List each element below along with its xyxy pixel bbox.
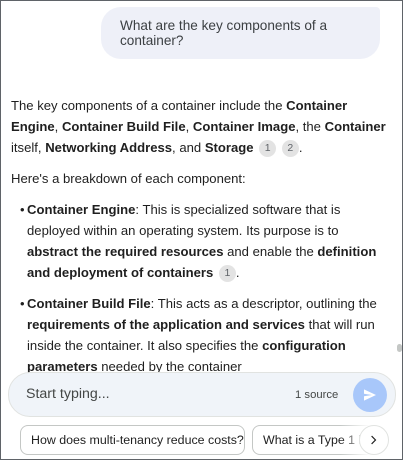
user-message-text: What are the key components of a contain… <box>120 18 328 48</box>
composer-placeholder[interactable]: Start typing... <box>26 386 110 402</box>
citation-chip[interactable]: 2 <box>281 140 299 157</box>
suggestion-chips: How does multi-tenancy reduce costs? Wha… <box>20 425 390 455</box>
assistant-response: The key components of a container includ… <box>11 95 386 387</box>
send-arrow-icon <box>364 389 376 401</box>
term-container-image: Container Image <box>192 119 296 134</box>
term-storage: Storage <box>204 140 254 155</box>
bullet-text: : This acts as a descriptor, outlining t… <box>150 296 377 311</box>
term-container: Container <box>324 119 386 134</box>
intro-text: itself, <box>11 140 46 155</box>
citation-chip[interactable]: 1 <box>218 265 236 282</box>
bullet-title: Container Engine <box>27 202 136 217</box>
intro-text: , <box>185 119 193 134</box>
intro-text: . <box>298 140 303 155</box>
bullet-emphasis: requirements of the application and serv… <box>27 317 305 332</box>
source-count[interactable]: 1 source <box>295 389 338 401</box>
response-intro: The key components of a container includ… <box>11 95 386 158</box>
bullet-emphasis: abstract the required resources <box>27 244 224 259</box>
bullet-text: and enable the <box>223 244 318 259</box>
breakdown-lead: Here's a breakdown of each component: <box>11 171 246 186</box>
chevron-right-icon <box>371 435 377 445</box>
list-item: Container Build File: This acts as a des… <box>11 293 386 377</box>
intro-text: , <box>54 119 62 134</box>
intro-text: , and <box>172 140 205 155</box>
next-suggestions-button[interactable] <box>359 425 389 455</box>
citation-chip[interactable]: 1 <box>259 140 277 157</box>
send-button[interactable] <box>353 378 387 412</box>
suggestion-label: How does multi-tenancy reduce costs? <box>31 433 244 447</box>
message-composer[interactable]: Start typing... 1 source <box>8 372 396 417</box>
suggestion-chip[interactable]: How does multi-tenancy reduce costs? <box>20 425 245 455</box>
list-item: Container Engine: This is specialized so… <box>11 199 386 283</box>
intro-text: , the <box>295 119 325 134</box>
bullet-title: Container Build File <box>27 296 151 311</box>
scrollbar-thumb[interactable] <box>397 344 402 352</box>
bullet-text: . <box>235 265 240 280</box>
term-container-build-file: Container Build File <box>61 119 186 134</box>
term-networking-address: Networking Address <box>45 140 173 155</box>
chat-panel: What are the key components of a contain… <box>0 0 403 460</box>
intro-text: The key components of a container includ… <box>11 98 287 113</box>
user-message-bubble: What are the key components of a contain… <box>101 7 380 59</box>
